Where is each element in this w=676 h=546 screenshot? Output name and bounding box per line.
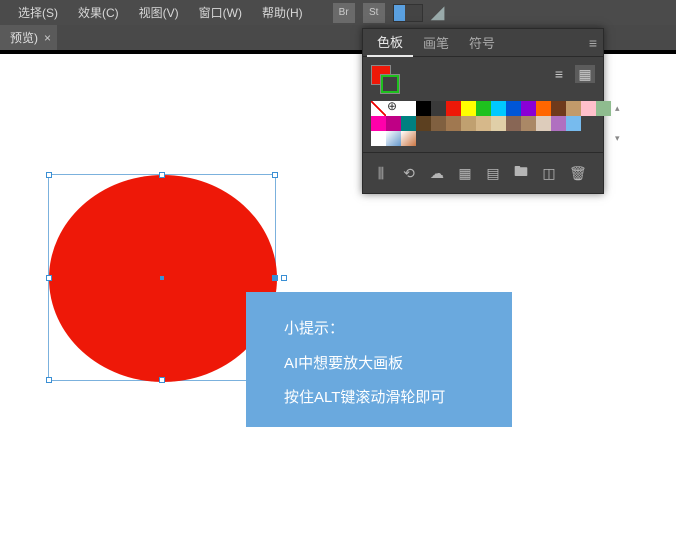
tip-callout: 小提示： AI中想要放大画板 按住ALT键滚动滑轮即可 [246, 292, 512, 427]
swatch[interactable] [476, 101, 491, 116]
swatch[interactable] [446, 116, 461, 131]
edit-swatch-icon[interactable]: ◫ [541, 165, 557, 182]
resize-handle-bl[interactable] [46, 377, 52, 383]
swatch[interactable] [551, 101, 566, 116]
swatch[interactable] [461, 101, 476, 116]
resize-handle-ml[interactable] [46, 275, 52, 281]
menu-select[interactable]: 选择(S) [8, 4, 68, 21]
swatch[interactable] [566, 116, 581, 131]
menu-view[interactable]: 视图(V) [129, 4, 189, 21]
resize-handle-tl[interactable] [46, 172, 52, 178]
tip-line-3: 按住ALT键滚动滑轮即可 [284, 381, 498, 416]
resize-handle-tm[interactable] [159, 172, 165, 178]
show-swatch-kinds-icon[interactable]: ⟲ [401, 165, 417, 182]
swatch[interactable] [506, 101, 521, 116]
swatch[interactable] [401, 101, 416, 116]
swatch[interactable] [401, 131, 416, 146]
menu-help[interactable]: 帮助(H) [252, 4, 313, 21]
swatch[interactable] [491, 101, 506, 116]
swatch[interactable] [551, 116, 566, 131]
swatch[interactable] [521, 116, 536, 131]
swatch[interactable] [386, 101, 401, 116]
stroke-color-swatch[interactable] [381, 75, 399, 93]
swatch[interactable] [476, 116, 491, 131]
swatch-scrollbar[interactable]: ▴ ▾ [615, 101, 620, 146]
swatch[interactable] [566, 101, 581, 116]
selection-center-point[interactable] [160, 276, 164, 280]
scroll-up-icon[interactable]: ▴ [615, 103, 620, 114]
swatches-panel: ◂◂ × 色板 画笔 符号 ≡ ≡ ▦ ▴ ▾ ⫼ ⟲ ☁ ▦ ▤ [362, 28, 604, 194]
workspace-switcher-icon[interactable] [393, 4, 423, 22]
swatch[interactable] [416, 101, 431, 116]
swatch[interactable] [581, 101, 596, 116]
swatch[interactable] [596, 101, 611, 116]
panel-menu-icon[interactable]: ≡ [589, 35, 597, 51]
swatch[interactable] [491, 116, 506, 131]
tab-symbols[interactable]: 符号 [459, 29, 505, 56]
stock-button[interactable]: St [363, 3, 385, 23]
resize-handle-mr[interactable] [272, 275, 278, 281]
swatch[interactable] [431, 116, 446, 131]
tip-line-2: AI中想要放大画板 [284, 347, 498, 382]
swatch-panel-toolbar: ⫼ ⟲ ☁ ▦ ▤ 🖿 ◫ 🗑 [363, 152, 603, 193]
anchor-right[interactable] [281, 275, 287, 281]
tab-title: 预览) [10, 29, 38, 46]
grid-view-button[interactable]: ▦ [575, 65, 595, 83]
new-color-group-icon[interactable]: ▦ [457, 165, 473, 182]
arrange-docs-icon[interactable]: ◢ [431, 2, 445, 23]
tab-close-button[interactable]: × [44, 31, 51, 45]
swatch[interactable] [521, 101, 536, 116]
swatch[interactable] [446, 101, 461, 116]
swatch[interactable] [416, 116, 431, 131]
swatch-library-icon[interactable]: ⫼ [373, 165, 389, 182]
swatch[interactable] [431, 101, 446, 116]
swatch[interactable] [401, 116, 416, 131]
bridge-button[interactable]: Br [333, 3, 355, 23]
tip-line-1: 小提示： [284, 312, 498, 347]
swatch[interactable] [536, 116, 551, 131]
swatch[interactable] [506, 116, 521, 131]
swatch[interactable] [371, 116, 386, 131]
delete-swatch-icon[interactable]: 🗑 [569, 165, 585, 182]
selection-bounding-box[interactable] [48, 174, 276, 381]
swatch[interactable] [386, 131, 401, 146]
swatch-grid: ▴ ▾ [363, 101, 603, 146]
resize-handle-tr[interactable] [272, 172, 278, 178]
folder-icon[interactable]: 🖿 [513, 161, 529, 185]
swatch[interactable] [461, 116, 476, 131]
menu-effect[interactable]: 效果(C) [68, 4, 129, 21]
list-view-button[interactable]: ≡ [549, 65, 569, 83]
swatch-options-icon[interactable]: ☁ [429, 165, 445, 182]
swatch[interactable] [371, 131, 386, 146]
new-swatch-icon[interactable]: ▤ [485, 165, 501, 182]
swatch[interactable] [536, 101, 551, 116]
fill-stroke-indicator[interactable] [371, 65, 401, 93]
swatch[interactable] [386, 116, 401, 131]
menu-window[interactable]: 窗口(W) [189, 4, 252, 21]
resize-handle-bm[interactable] [159, 377, 165, 383]
tab-brushes[interactable]: 画笔 [413, 29, 459, 56]
tab-swatches[interactable]: 色板 [367, 28, 413, 57]
menubar: 选择(S) 效果(C) 视图(V) 窗口(W) 帮助(H) Br St ◢ [0, 0, 676, 25]
document-tab[interactable]: 预览) × [0, 25, 57, 50]
swatch[interactable] [371, 101, 386, 116]
scroll-down-icon[interactable]: ▾ [615, 133, 620, 144]
